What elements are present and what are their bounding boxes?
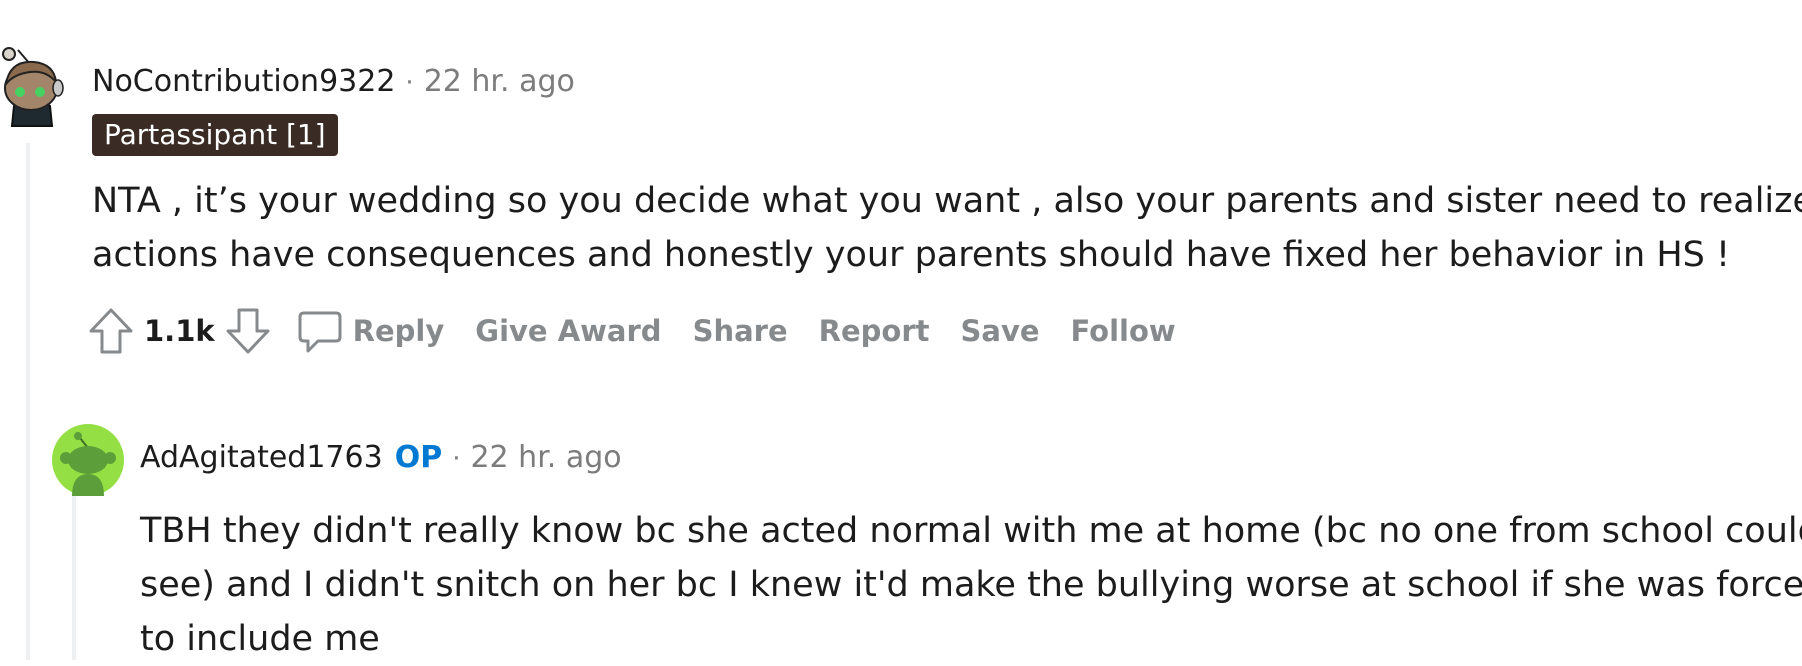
comment-header: NoContribution9322 · 22 hr. ago	[92, 64, 575, 99]
separator-dot: ·	[452, 444, 461, 474]
comment-body-line: see) and I didn't snitch on her bc I kne…	[140, 565, 1802, 605]
comment-body-line: to include me	[140, 619, 380, 659]
reply-button[interactable]: Reply	[295, 306, 445, 356]
report-button[interactable]: Report	[819, 314, 930, 348]
share-button[interactable]: Share	[693, 314, 788, 348]
user-flair: Partassipant [1]	[92, 114, 338, 156]
downvote-button[interactable]	[223, 306, 273, 356]
comment-action-bar: 1.1k Reply Give Award Share Report Save	[86, 306, 1207, 356]
comment-body-line: NTA , it’s your wedding so you decide wh…	[92, 181, 1802, 221]
op-badge: OP	[394, 440, 443, 475]
timestamp[interactable]: 22 hr. ago	[470, 440, 621, 475]
share-label: Share	[692, 314, 788, 348]
follow-label: Follow	[1070, 314, 1176, 348]
comment-header: AdAgitated1763 OP · 22 hr. ago	[140, 440, 622, 475]
upvote-arrow-icon	[89, 308, 133, 354]
timestamp[interactable]: 22 hr. ago	[424, 64, 575, 99]
report-label: Report	[818, 314, 930, 348]
comment-body: TBH they didn't really know bc she acted…	[140, 504, 1802, 666]
snoo-avatar-icon	[2, 47, 64, 127]
comment-body-line: actions have consequences and honestly y…	[92, 235, 1731, 275]
upvote-button[interactable]	[86, 306, 136, 356]
give-award-label: Give Award	[475, 314, 662, 348]
vote-score: 1.1k	[144, 314, 215, 348]
give-award-button[interactable]: Give Award	[475, 314, 661, 348]
avatar[interactable]	[0, 44, 64, 128]
follow-button[interactable]: Follow	[1071, 314, 1176, 348]
downvote-arrow-icon	[226, 308, 270, 354]
thread-line-parent[interactable]	[26, 143, 30, 660]
separator-dot: ·	[405, 68, 414, 98]
snoo-avatar-icon	[52, 424, 124, 496]
author-name[interactable]: AdAgitated1763	[140, 440, 383, 475]
save-label: Save	[960, 314, 1040, 348]
comment-body-line: TBH they didn't really know bc she acted…	[140, 511, 1802, 551]
comment-body: NTA , it’s your wedding so you decide wh…	[92, 174, 1802, 282]
avatar[interactable]	[52, 424, 124, 496]
reply-label: Reply	[352, 314, 445, 348]
save-button[interactable]: Save	[961, 314, 1040, 348]
comment-bubble-icon	[295, 306, 345, 356]
author-name[interactable]: NoContribution9322	[92, 64, 395, 99]
